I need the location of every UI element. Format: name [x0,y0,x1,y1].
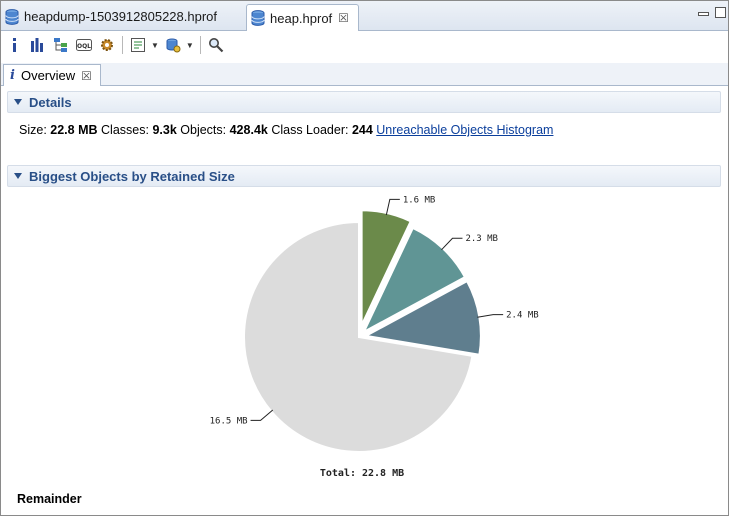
classes-label: Classes: [101,123,149,137]
dominator-tree-button[interactable] [51,35,71,55]
editor-tab-bar: heapdump-1503912805228.hprof heap.hprof … [1,1,728,31]
size-label: Size: [19,123,47,137]
chevron-down-icon[interactable]: ▼ [151,41,159,50]
editor-window: heapdump-1503912805228.hprof heap.hprof … [0,0,729,516]
class-loader-label: Class Loader: [271,123,349,137]
unreachable-objects-histogram-link[interactable]: Unreachable Objects Histogram [376,123,553,137]
objects-label: Objects: [180,123,227,137]
expand-triangle-icon[interactable] [14,173,22,179]
view-tab-bar: i Overview ☒ [1,63,728,86]
info-button[interactable] [5,35,25,55]
class-loader-value: 244 [351,123,373,137]
slice-leader-line [441,237,463,251]
slice-label: 1.6 MB [403,195,436,205]
reports-button[interactable] [128,35,148,55]
details-summary: Size: 22.8 MB Classes: 9.3k Objects: 428… [19,123,553,137]
maximize-icon[interactable] [715,7,726,18]
tab-label: Overview [20,68,76,83]
thread-overview-button[interactable] [97,35,117,55]
minimize-icon[interactable] [698,12,709,16]
size-value: 22.8 MB [50,123,98,137]
close-icon[interactable]: ☒ [81,69,92,83]
slice-label: 2.3 MB [465,234,498,244]
oql-button[interactable]: OQL [74,35,94,55]
gear-icon [101,39,113,51]
tab-label: heapdump-1503912805228.hprof [24,9,218,24]
selected-slice-name: Remainder [17,492,82,506]
svg-text:OQL: OQL [77,43,91,50]
toolbar: OQL ▼ ▼ [1,31,728,59]
dominator-tree-icon [54,38,67,52]
histogram-icon [31,38,43,52]
report-icon [131,38,145,52]
database-icon [251,10,265,26]
oql-icon: OQL [76,39,92,51]
chart-total-label: Total: 22.8 MB [320,468,404,479]
search-button[interactable] [206,35,226,55]
slice-label: 16.5 MB [210,416,248,426]
query-browser-button[interactable] [163,35,183,55]
retained-size-pie-chart: 1.6 MB 2.3 MB 2.4 MB 16.5 MB Total: 22.8 MB [210,195,539,479]
section-title: Details [29,94,72,110]
toolbar-separator [199,36,201,54]
window-controls [698,7,726,18]
close-icon[interactable]: ☒ [338,11,349,25]
tab-label: heap.hprof [270,10,333,26]
slice-label: 2.4 MB [506,311,539,321]
details-section-header[interactable]: Details [7,91,721,113]
slice-leader-line [250,409,274,421]
query-browser-icon [166,38,181,53]
search-icon [208,38,224,53]
toolbar-separator [122,36,123,54]
tab-heap[interactable]: heap.hprof ☒ [246,4,359,31]
tab-heapdump[interactable]: heapdump-1503912805228.hprof [1,4,243,29]
histogram-button[interactable] [28,35,48,55]
info-icon [13,38,16,52]
section-title: Biggest Objects by Retained Size [29,168,235,184]
tab-overview[interactable]: i Overview ☒ [3,64,101,86]
info-icon: i [10,68,15,83]
chevron-down-icon[interactable]: ▼ [186,41,194,50]
objects-value: 428.4k [229,123,268,137]
database-icon [5,8,19,25]
expand-triangle-icon[interactable] [14,99,22,105]
classes-value: 9.3k [152,123,177,137]
biggest-objects-section-header[interactable]: Biggest Objects by Retained Size [7,165,721,187]
slice-leader-line [477,314,504,318]
